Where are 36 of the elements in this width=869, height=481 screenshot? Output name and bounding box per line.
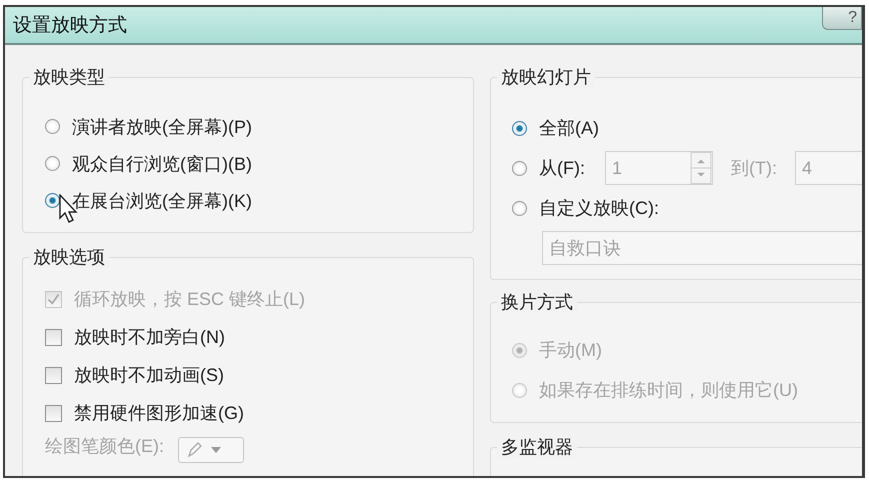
- radio-button[interactable]: [512, 200, 527, 216]
- option-label: 在展台浏览(全屏幕)(K): [72, 190, 252, 212]
- checkbox[interactable]: [45, 328, 62, 346]
- option-label: 全部(A): [539, 117, 599, 140]
- option-label: 观众自行浏览(窗口)(B): [72, 152, 252, 176]
- spinner-icon: [690, 152, 712, 184]
- option-label: 放映时不加旁白(N): [74, 326, 225, 349]
- option-label: 禁用硬件图形加速(G): [74, 402, 244, 425]
- radio-button[interactable]: [45, 156, 60, 171]
- radio-button[interactable]: [45, 119, 60, 134]
- checkbox[interactable]: [45, 366, 62, 384]
- option-label: 手动(M): [539, 339, 602, 362]
- number-field[interactable]: 4: [794, 151, 862, 185]
- show-select-field[interactable]: 自救口诀: [542, 231, 862, 265]
- option-label: 演讲者放映(全屏幕)(P): [72, 116, 252, 138]
- option-label: 到(T):: [730, 157, 777, 180]
- option-label: 放映时不加动画(S): [74, 364, 224, 387]
- caret-icon: [211, 447, 221, 453]
- checkbox[interactable]: [45, 404, 62, 422]
- pen-color-button[interactable]: [178, 437, 244, 463]
- option-label: 如果存在排练时间，则使用它(U): [539, 379, 798, 402]
- option-label: 从(F):: [539, 157, 585, 180]
- group-title: 多监视器: [497, 436, 577, 458]
- number-field[interactable]: 1: [604, 151, 713, 185]
- group-title: 换片方式: [497, 291, 577, 313]
- group-title: 放映类型: [29, 66, 109, 88]
- option-label: 绘图笔颜色(E):: [45, 435, 164, 458]
- radio-button[interactable]: [45, 193, 60, 208]
- window-title: 设置放映方式: [12, 14, 127, 38]
- radio-button[interactable]: [512, 160, 527, 176]
- help-button[interactable]: ?: [822, 7, 862, 30]
- group-title: 放映幻灯片: [497, 66, 595, 88]
- option-label: 循环放映，按 ESC 键终止(L): [74, 288, 306, 311]
- radio-button[interactable]: [512, 120, 527, 136]
- option-label: 自定义放映(C):: [539, 197, 659, 220]
- group-title: 放映选项: [29, 246, 109, 268]
